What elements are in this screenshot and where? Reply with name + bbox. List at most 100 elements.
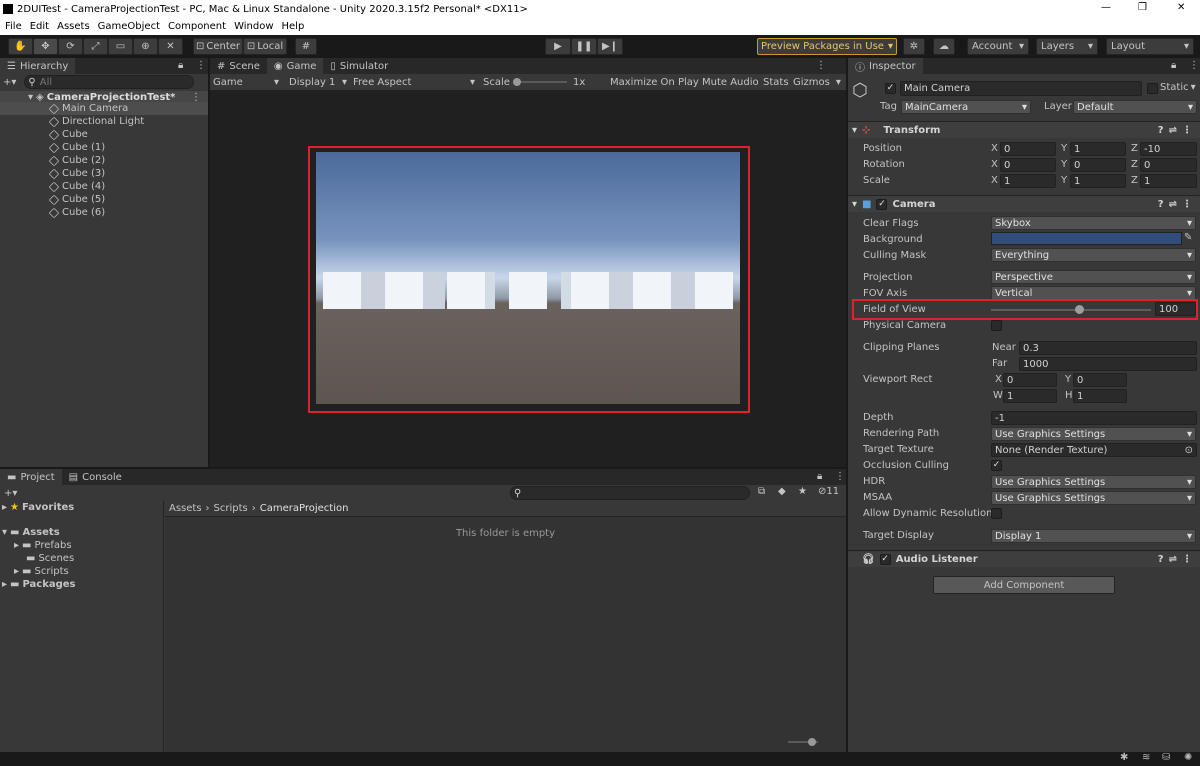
gizmos-dropdown[interactable]: Gizmos ▾ — [793, 77, 841, 88]
packages-row[interactable]: ▸ ▬ Packages — [0, 578, 163, 591]
active-checkbox[interactable]: ✓ — [885, 83, 896, 94]
fov-axis-dropdown[interactable]: Vertical ▾ — [991, 286, 1196, 300]
tree-item-scripts[interactable]: ▸ ▬ Scripts — [0, 565, 163, 578]
target-display-dropdown[interactable]: Display 1 ▾ — [991, 529, 1196, 543]
position-y-field[interactable]: 1 — [1070, 142, 1126, 156]
dynamic-resolution-checkbox[interactable] — [991, 508, 1002, 519]
list-item[interactable]: Cube (1) — [48, 141, 105, 154]
tab-inspector[interactable]: ⓘ Inspector — [848, 58, 923, 74]
tab-scene[interactable]: # Scene — [210, 58, 267, 74]
lock-icon[interactable]: 🔒︎ — [817, 471, 822, 482]
far-field[interactable]: 1000 — [1019, 357, 1197, 371]
preview-packages-button[interactable]: Preview Packages in Use ▾ — [757, 38, 897, 55]
menu-edit[interactable]: Edit — [30, 21, 49, 32]
breadcrumb-item[interactable]: Assets — [169, 503, 202, 514]
occlusion-culling-checkbox[interactable]: ✓ — [991, 460, 1002, 471]
tree-item-scenes[interactable]: ▬ Scenes — [0, 552, 163, 565]
help-icon[interactable]: ? — [1158, 199, 1164, 210]
list-item[interactable]: Cube (4) — [48, 180, 105, 193]
background-color-field[interactable] — [991, 232, 1182, 245]
viewport-y-field[interactable]: 0 — [1073, 373, 1127, 387]
static-checkbox[interactable] — [1147, 83, 1158, 94]
depth-field[interactable]: -1 — [991, 411, 1197, 425]
transform-header[interactable]: ▾ ⊹ Transform ? ⇌ ⋮ — [848, 121, 1200, 138]
fov-slider-handle[interactable] — [1075, 305, 1084, 314]
help-icon[interactable]: ? — [1158, 125, 1164, 136]
assets-row[interactable]: ▾ ▬ Assets — [0, 526, 163, 539]
maximize-button[interactable]: ❐ — [1138, 2, 1147, 13]
scale-y-field[interactable]: 1 — [1070, 174, 1126, 188]
hidden-packages-toggle[interactable]: ⊘ 11 — [818, 486, 839, 497]
audio-listener-checkbox[interactable]: ✓ — [879, 553, 891, 565]
near-field[interactable]: 0.3 — [1019, 341, 1197, 355]
rotate-tool-icon[interactable]: ⟳ — [58, 38, 83, 55]
game-mode-dropdown[interactable]: Game ▾ — [213, 77, 279, 88]
preset-icon[interactable]: ⇌ — [1169, 199, 1177, 210]
projection-dropdown[interactable]: Perspective ▾ — [991, 270, 1196, 284]
scale-slider[interactable] — [513, 78, 567, 86]
stats-toggle[interactable]: Stats — [763, 77, 789, 88]
scale-z-field[interactable]: 1 — [1140, 174, 1197, 188]
hand-tool-icon[interactable]: ✋ — [8, 38, 33, 55]
fov-slider[interactable] — [991, 305, 1151, 314]
favorites-row[interactable]: ▸ ★ Favorites — [0, 501, 163, 514]
rotation-x-field[interactable]: 0 — [1000, 158, 1056, 172]
pivot-local-button[interactable]: ⊡ Local — [243, 38, 287, 55]
target-texture-field[interactable]: None (Render Texture) ⊙ — [991, 443, 1197, 457]
more-icon[interactable]: ⋮ — [196, 60, 206, 71]
display-dropdown[interactable]: Display 1 ▾ — [289, 77, 347, 88]
lock-icon[interactable]: 🔒︎ — [1171, 60, 1176, 71]
eyedropper-icon[interactable]: ✎ — [1184, 232, 1192, 243]
list-item[interactable]: Main Camera — [0, 102, 208, 115]
tab-console[interactable]: ▤ Console — [62, 469, 129, 485]
clear-flags-dropdown[interactable]: Skybox ▾ — [991, 216, 1196, 230]
scale-tool-icon[interactable]: ⤢ — [83, 38, 108, 55]
audio-listener-header[interactable]: 🎧︎ ✓ Audio Listener ? ⇌ ⋮ — [848, 550, 1200, 567]
position-x-field[interactable]: 0 — [1000, 142, 1056, 156]
menu-file[interactable]: File — [5, 21, 22, 32]
step-button[interactable]: ▶❙ — [597, 38, 623, 55]
move-tool-icon[interactable]: ✥ — [33, 38, 58, 55]
camera-enabled-checkbox[interactable]: ✓ — [876, 198, 888, 210]
pause-button[interactable]: ❚❚ — [571, 38, 597, 55]
cloud-icon[interactable]: ☁ — [933, 38, 955, 55]
culling-mask-dropdown[interactable]: Everything ▾ — [991, 248, 1196, 262]
close-button[interactable]: ✕ — [1177, 2, 1185, 13]
breadcrumb-item[interactable]: CameraProjection — [260, 503, 349, 514]
tab-simulator[interactable]: ▯ Simulator — [323, 58, 395, 74]
grid-snap-icon[interactable]: # — [295, 38, 317, 55]
layers-dropdown[interactable]: Layers ▾ — [1036, 38, 1098, 55]
more-icon[interactable]: ⋮ — [1182, 125, 1200, 136]
tab-hierarchy[interactable]: ☰ Hierarchy — [0, 58, 76, 74]
lock-icon[interactable]: 🔒︎ — [178, 60, 183, 71]
tree-item-prefabs[interactable]: ▸ ▬ Prefabs — [0, 539, 163, 552]
list-item[interactable]: Directional Light — [48, 115, 144, 128]
scale-slider-handle[interactable] — [513, 78, 521, 86]
breadcrumb-item[interactable]: Scripts — [214, 503, 248, 514]
icon-size-slider[interactable] — [788, 738, 818, 746]
list-item[interactable]: Cube (2) — [48, 154, 105, 167]
lighting-icon[interactable]: ✺ — [1184, 752, 1192, 763]
menu-assets[interactable]: Assets — [57, 21, 90, 32]
star-icon[interactable]: ★ — [798, 486, 807, 497]
collab-icon[interactable]: ✲ — [903, 38, 925, 55]
scale-x-field[interactable]: 1 — [1000, 174, 1056, 188]
viewport-x-field[interactable]: 0 — [1003, 373, 1057, 387]
viewport-h-field[interactable]: 1 — [1073, 389, 1127, 403]
menu-gameobject[interactable]: GameObject — [98, 21, 160, 32]
more-icon[interactable]: ⋮ — [835, 471, 845, 482]
rect-tool-icon[interactable]: ▭ — [108, 38, 133, 55]
aspect-dropdown[interactable]: Free Aspect ▾ — [353, 77, 475, 88]
label-icon[interactable]: ◆ — [778, 486, 786, 497]
menu-window[interactable]: Window — [234, 21, 273, 32]
list-item[interactable]: Cube (5) — [48, 193, 105, 206]
add-icon[interactable]: +▾ — [3, 77, 16, 88]
mute-audio-toggle[interactable]: Mute Audio — [702, 77, 759, 88]
more-icon[interactable]: ⋮ — [1189, 60, 1199, 71]
layer-dropdown[interactable]: Default ▾ — [1073, 100, 1197, 114]
viewport-w-field[interactable]: 1 — [1003, 389, 1057, 403]
pivot-center-button[interactable]: ⊡ Center — [193, 38, 243, 55]
progress-icon[interactable]: ≋ — [1142, 752, 1150, 763]
hdr-dropdown[interactable]: Use Graphics Settings ▾ — [991, 475, 1196, 489]
static-dropdown[interactable]: Static ▾ — [1160, 82, 1196, 93]
